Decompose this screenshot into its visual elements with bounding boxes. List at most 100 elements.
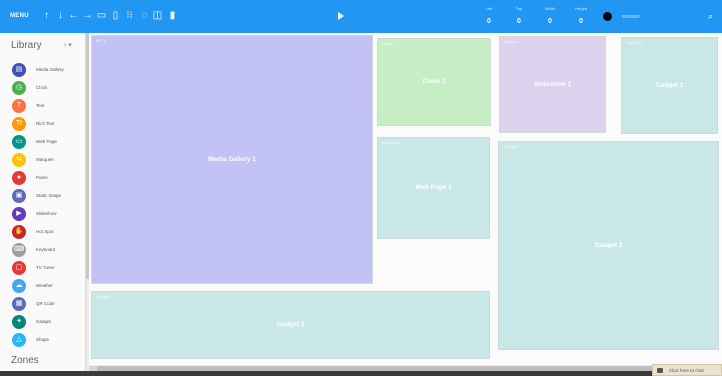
library-item-label: Slideshow [36,211,57,216]
library-item-label: Keyboard [36,247,56,252]
height-field[interactable]: Height 0 [567,6,595,25]
menu-button[interactable]: MENU [10,13,29,19]
widget-slideshow[interactable]: Slides 1 Slideshow 1 [499,36,606,133]
widget-tag: Gadget 2 [503,144,520,149]
widget-gadget-bottom[interactable]: Gadget 3 Gadget 3 [91,291,490,359]
library-item-text[interactable]: T Text [12,99,84,116]
collapse-sidebar-button[interactable]: ‹ ▾ [64,41,72,49]
pin-icon: ● [12,171,26,185]
library-sidebar: Library ‹ ▾ ▤ Media Gallery ◷ Clock T Text … [0,33,86,376]
widget-name: Gadget 2 [594,241,623,249]
widget-gadget-top[interactable]: Gadget 1 Gadget 1 [621,37,718,134]
top-field[interactable]: Top 0 [505,6,533,25]
library-item-shape[interactable]: △ Shape [12,333,84,350]
library-item-label: Text [36,103,45,108]
widget-web-page[interactable]: Web Page 1 Web Page 1 [377,137,490,239]
arrow-up-icon[interactable]: ↑ [41,10,52,22]
web-page-icon: ▭ [12,135,26,149]
widget-tag: Clock 1 [382,41,396,46]
library-item-clock[interactable]: ◷ Clock [12,81,84,98]
zones-section-title[interactable]: Zones [11,355,39,366]
gadget-icon: ✦ [12,315,26,329]
library-item-label: Hot Spot [36,229,54,234]
top-value[interactable]: 0 [505,18,533,25]
media-gallery-icon: ▤ [12,63,26,77]
left-field[interactable]: Left 0 [475,6,503,25]
top-label: Top [515,6,523,11]
marquee-icon: ⇆ [12,153,26,167]
widget-name: Gadget 3 [276,321,305,328]
delete-icon[interactable]: ▮ [167,10,178,22]
library-item-label: Marquee [36,157,54,162]
widget-tag: Gadget 3 [96,294,113,299]
library-item-label: Web Page [36,139,57,144]
image-icon: ▣ [12,189,26,203]
widget-tag: Web Page 1 [382,140,404,145]
library-item-label: Gadget [36,319,51,324]
height-value[interactable]: 0 [567,18,595,25]
width-value[interactable]: 0 [536,18,564,25]
library-item-qr-code[interactable]: ▦ QR Code [12,297,84,314]
align-vertical-icon[interactable]: ▯ [110,10,121,22]
library-title: Library [11,40,42,51]
library-item-label: Static Image [36,193,62,198]
search-icon[interactable]: ⌕ [708,11,713,22]
width-label: Width [544,6,556,11]
library-item-weather[interactable]: ☁ Weather [12,279,84,296]
widget-clock[interactable]: Clock 1 Clock 1 [377,38,491,126]
color-hex-input[interactable]: #000000 [622,14,640,19]
top-toolbar: MENU ↑ ↓ ← → ▭ ▯ ⁝⁝ ◌ ◫ ▮ Left 0 Top 0 W… [0,0,722,33]
widget-tag: Slides 1 [504,39,519,44]
play-icon[interactable] [338,12,344,20]
library-item-media-gallery[interactable]: ▤ Media Gallery [12,63,84,80]
library-item-label: Shape [36,337,50,342]
duplicate-icon[interactable]: ◫ [152,10,163,22]
widget-name: Web Page 1 [415,184,452,191]
widget-name: Slideshow 1 [533,80,572,88]
layout-canvas[interactable]: MG 1 Media Gallery 1 Clock 1 Clock 1 Sli… [89,33,722,365]
library-item-label: Rich Text [36,121,55,126]
library-item-slideshow[interactable]: ▶ Slideshow [12,207,84,224]
chat-help-button[interactable]: Click here to chat [652,364,722,376]
copy-icon[interactable]: ◌ [139,10,150,22]
library-item-rich-text[interactable]: Tt Rich Text [12,117,84,134]
qr-code-icon: ▦ [12,297,26,311]
align-horizontal-icon[interactable]: ▭ [96,10,107,22]
height-label: Height [575,6,587,11]
color-swatch[interactable] [603,12,612,21]
grid-icon[interactable]: ⁝⁝ [124,10,135,22]
widget-gadget-right[interactable]: Gadget 2 Gadget 2 [498,141,719,350]
left-value[interactable]: 0 [475,18,503,25]
arrow-down-icon[interactable]: ↓ [55,10,66,22]
shape-icon: △ [12,333,26,347]
arrow-left-icon[interactable]: ← [68,10,79,22]
library-item-tv-tuner[interactable]: ▢ TV Tuner [12,261,84,278]
library-item-hot-spot[interactable]: ✋ Hot Spot [12,225,84,242]
weather-icon: ☁ [12,279,26,293]
library-item-web-page[interactable]: ▭ Web Page [12,135,84,152]
library-item-poem[interactable]: ● Poem [12,171,84,188]
library-item-static-image[interactable]: ▣ Static Image [12,189,84,206]
hand-icon: ✋ [12,225,26,239]
keyboard-icon: ⌨ [12,243,26,257]
library-item-label: Media Gallery [36,67,64,72]
library-item-label: Poem [36,175,48,180]
widget-media-gallery[interactable]: MG 1 Media Gallery 1 [91,35,373,284]
widget-name: Media Gallery 1 [208,155,256,163]
library-item-keyboard[interactable]: ⌨ Keyboard [12,243,84,260]
chat-icon [657,368,663,373]
library-item-label: QR Code [36,301,55,306]
library-item-marquee[interactable]: ⇆ Marquee [12,153,84,170]
left-label: Left [485,6,493,11]
widget-name: Clock 1 [422,78,446,85]
widget-tag: MG 1 [96,38,106,43]
chat-help-label: Click here to chat [669,368,704,373]
widget-name: Gadget 1 [655,81,684,89]
bottom-strip [0,371,722,376]
rich-text-icon: Tt [12,117,26,131]
library-item-gadget[interactable]: ✦ Gadget [12,315,84,332]
arrow-right-icon[interactable]: → [82,10,93,22]
library-item-label: Weather [36,283,53,288]
library-item-label: TV Tuner [36,265,55,270]
width-field[interactable]: Width 0 [536,6,564,25]
